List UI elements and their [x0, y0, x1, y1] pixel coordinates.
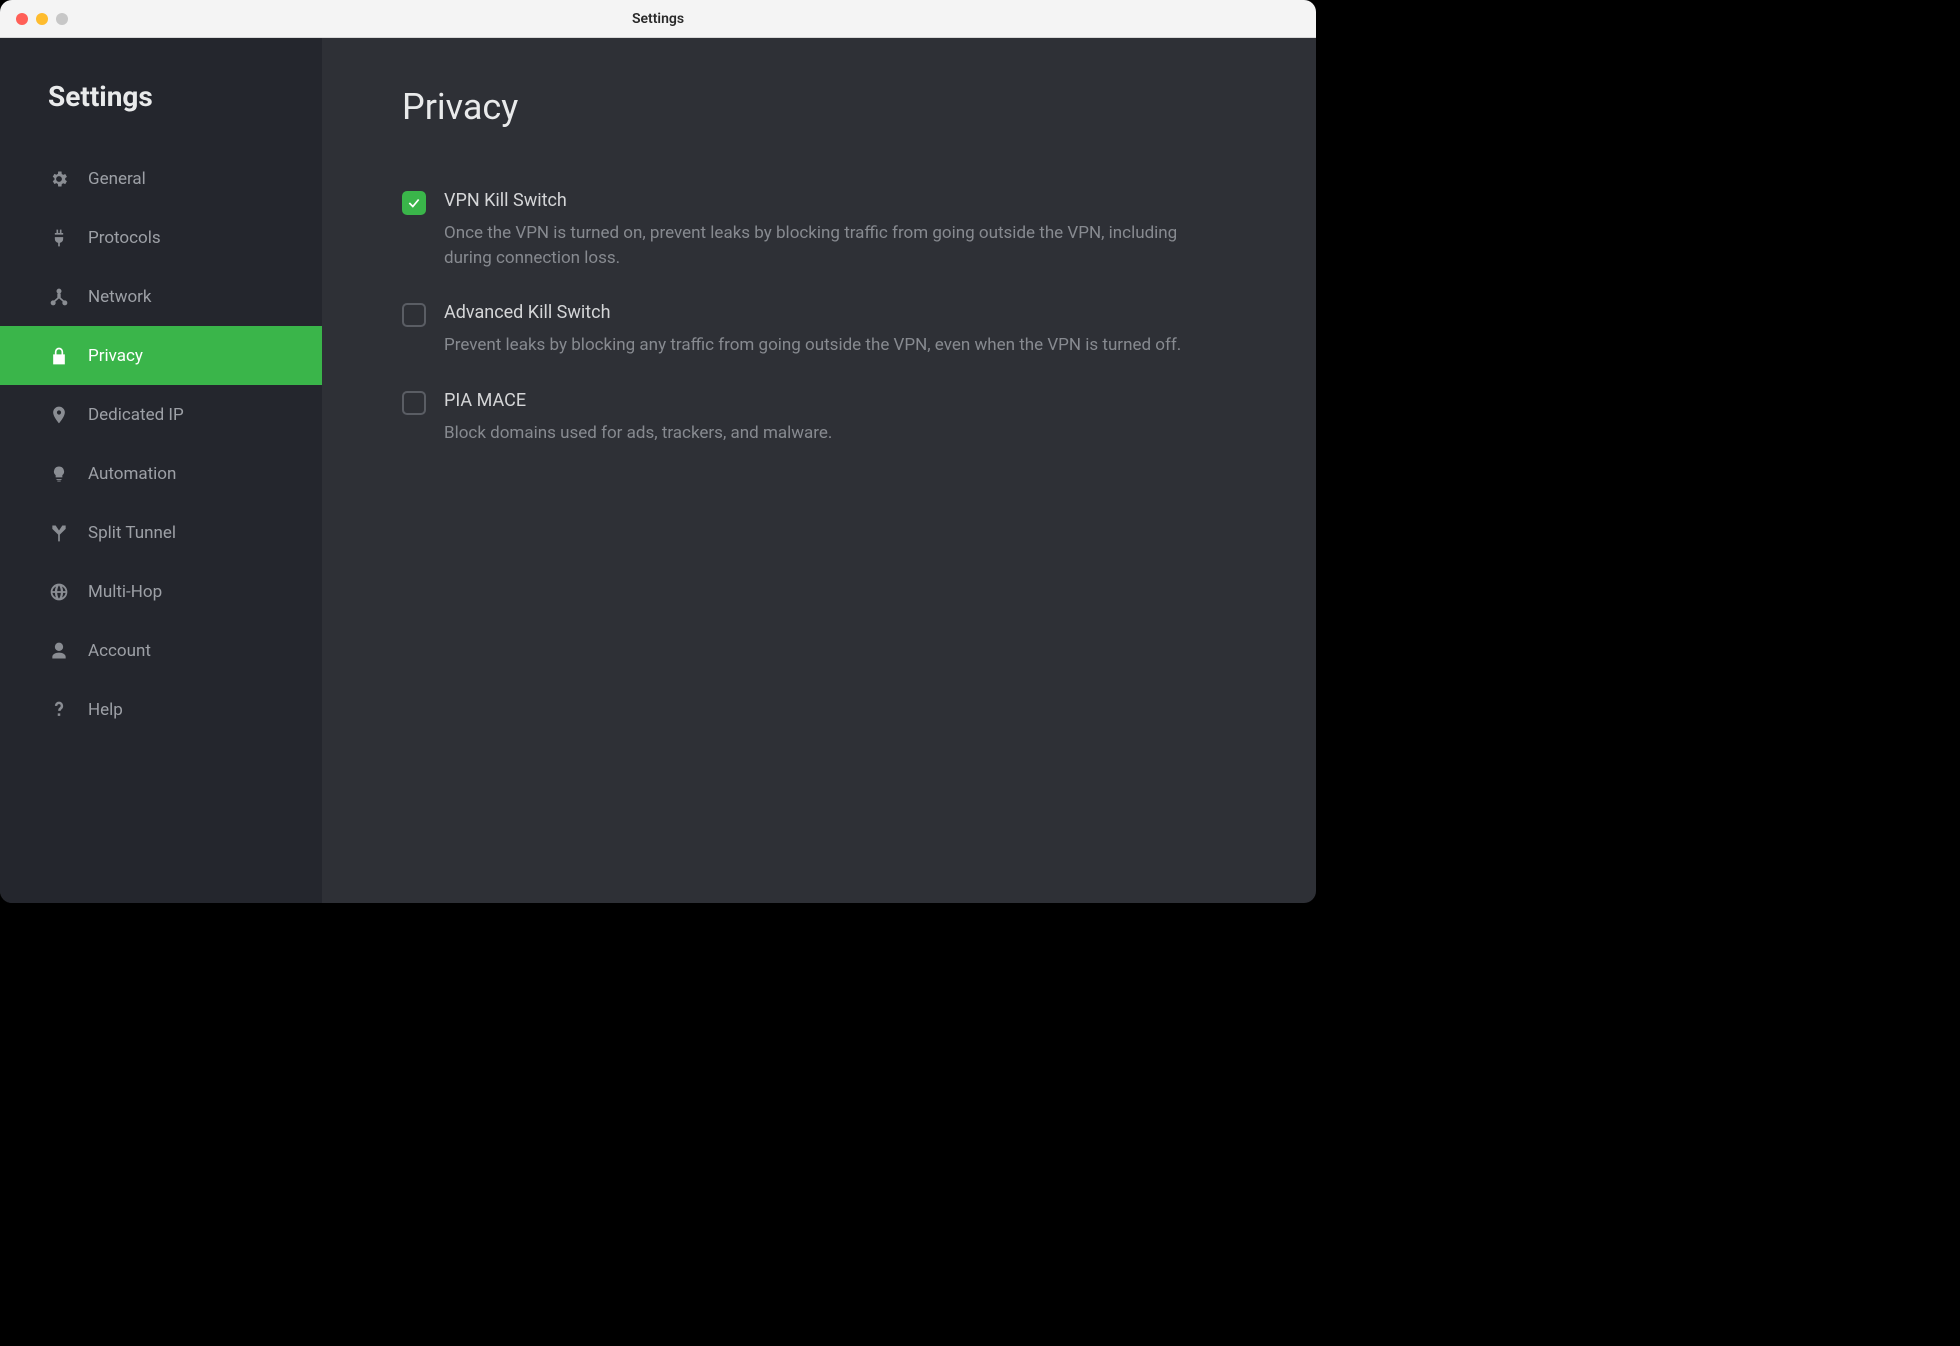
gear-icon [48, 168, 70, 190]
sidebar-item-protocols[interactable]: Protocols [0, 208, 322, 267]
sidebar-item-multi-hop[interactable]: Multi-Hop [0, 562, 322, 621]
setting-label: Advanced Kill Switch [444, 302, 1236, 323]
sidebar-item-general[interactable]: General [0, 149, 322, 208]
question-icon [48, 699, 70, 721]
bulb-icon [48, 463, 70, 485]
sidebar-item-label: Multi-Hop [88, 582, 162, 602]
sidebar: Settings General Protocols Network [0, 38, 322, 903]
window-maximize-button[interactable] [56, 13, 68, 25]
sidebar-item-label: Protocols [88, 228, 161, 248]
sidebar-item-label: Privacy [88, 346, 143, 366]
checkbox-pia-mace[interactable] [402, 391, 426, 415]
sidebar-item-dedicated-ip[interactable]: Dedicated IP [0, 385, 322, 444]
sidebar-item-label: General [88, 169, 146, 189]
settings-window: Settings Settings General Protocols [0, 0, 1316, 903]
sidebar-item-network[interactable]: Network [0, 267, 322, 326]
check-icon [407, 196, 421, 210]
sidebar-item-label: Account [88, 641, 151, 661]
setting-desc: Prevent leaks by blocking any traffic fr… [444, 333, 1224, 358]
sidebar-item-label: Automation [88, 464, 176, 484]
sidebar-title: Settings [0, 80, 322, 149]
sidebar-item-help[interactable]: Help [0, 680, 322, 739]
titlebar: Settings [0, 0, 1316, 38]
setting-row-advanced-kill-switch: Advanced Kill Switch Prevent leaks by bl… [402, 302, 1236, 358]
sidebar-item-automation[interactable]: Automation [0, 444, 322, 503]
setting-row-pia-mace: PIA MACE Block domains used for ads, tra… [402, 390, 1236, 446]
sidebar-item-label: Help [88, 700, 123, 720]
main-content: Privacy VPN Kill Switch Once the VPN is … [322, 38, 1316, 903]
setting-label: VPN Kill Switch [444, 190, 1236, 211]
setting-desc: Block domains used for ads, trackers, an… [444, 421, 1224, 446]
setting-label: PIA MACE [444, 390, 1236, 411]
split-icon [48, 522, 70, 544]
plug-icon [48, 227, 70, 249]
pin-icon [48, 404, 70, 426]
globe-icon [48, 581, 70, 603]
checkbox-vpn-kill-switch[interactable] [402, 191, 426, 215]
checkbox-advanced-kill-switch[interactable] [402, 303, 426, 327]
network-icon [48, 286, 70, 308]
window-close-button[interactable] [16, 13, 28, 25]
lock-icon [48, 345, 70, 367]
window-title: Settings [632, 11, 684, 27]
sidebar-item-privacy[interactable]: Privacy [0, 326, 322, 385]
sidebar-item-account[interactable]: Account [0, 621, 322, 680]
sidebar-item-split-tunnel[interactable]: Split Tunnel [0, 503, 322, 562]
sidebar-item-label: Dedicated IP [88, 405, 184, 425]
setting-desc: Once the VPN is turned on, prevent leaks… [444, 221, 1224, 270]
setting-row-vpn-kill-switch: VPN Kill Switch Once the VPN is turned o… [402, 190, 1236, 270]
user-icon [48, 640, 70, 662]
traffic-lights [0, 13, 68, 25]
sidebar-item-label: Split Tunnel [88, 523, 176, 543]
sidebar-item-label: Network [88, 287, 152, 307]
page-title: Privacy [402, 86, 1236, 128]
window-minimize-button[interactable] [36, 13, 48, 25]
